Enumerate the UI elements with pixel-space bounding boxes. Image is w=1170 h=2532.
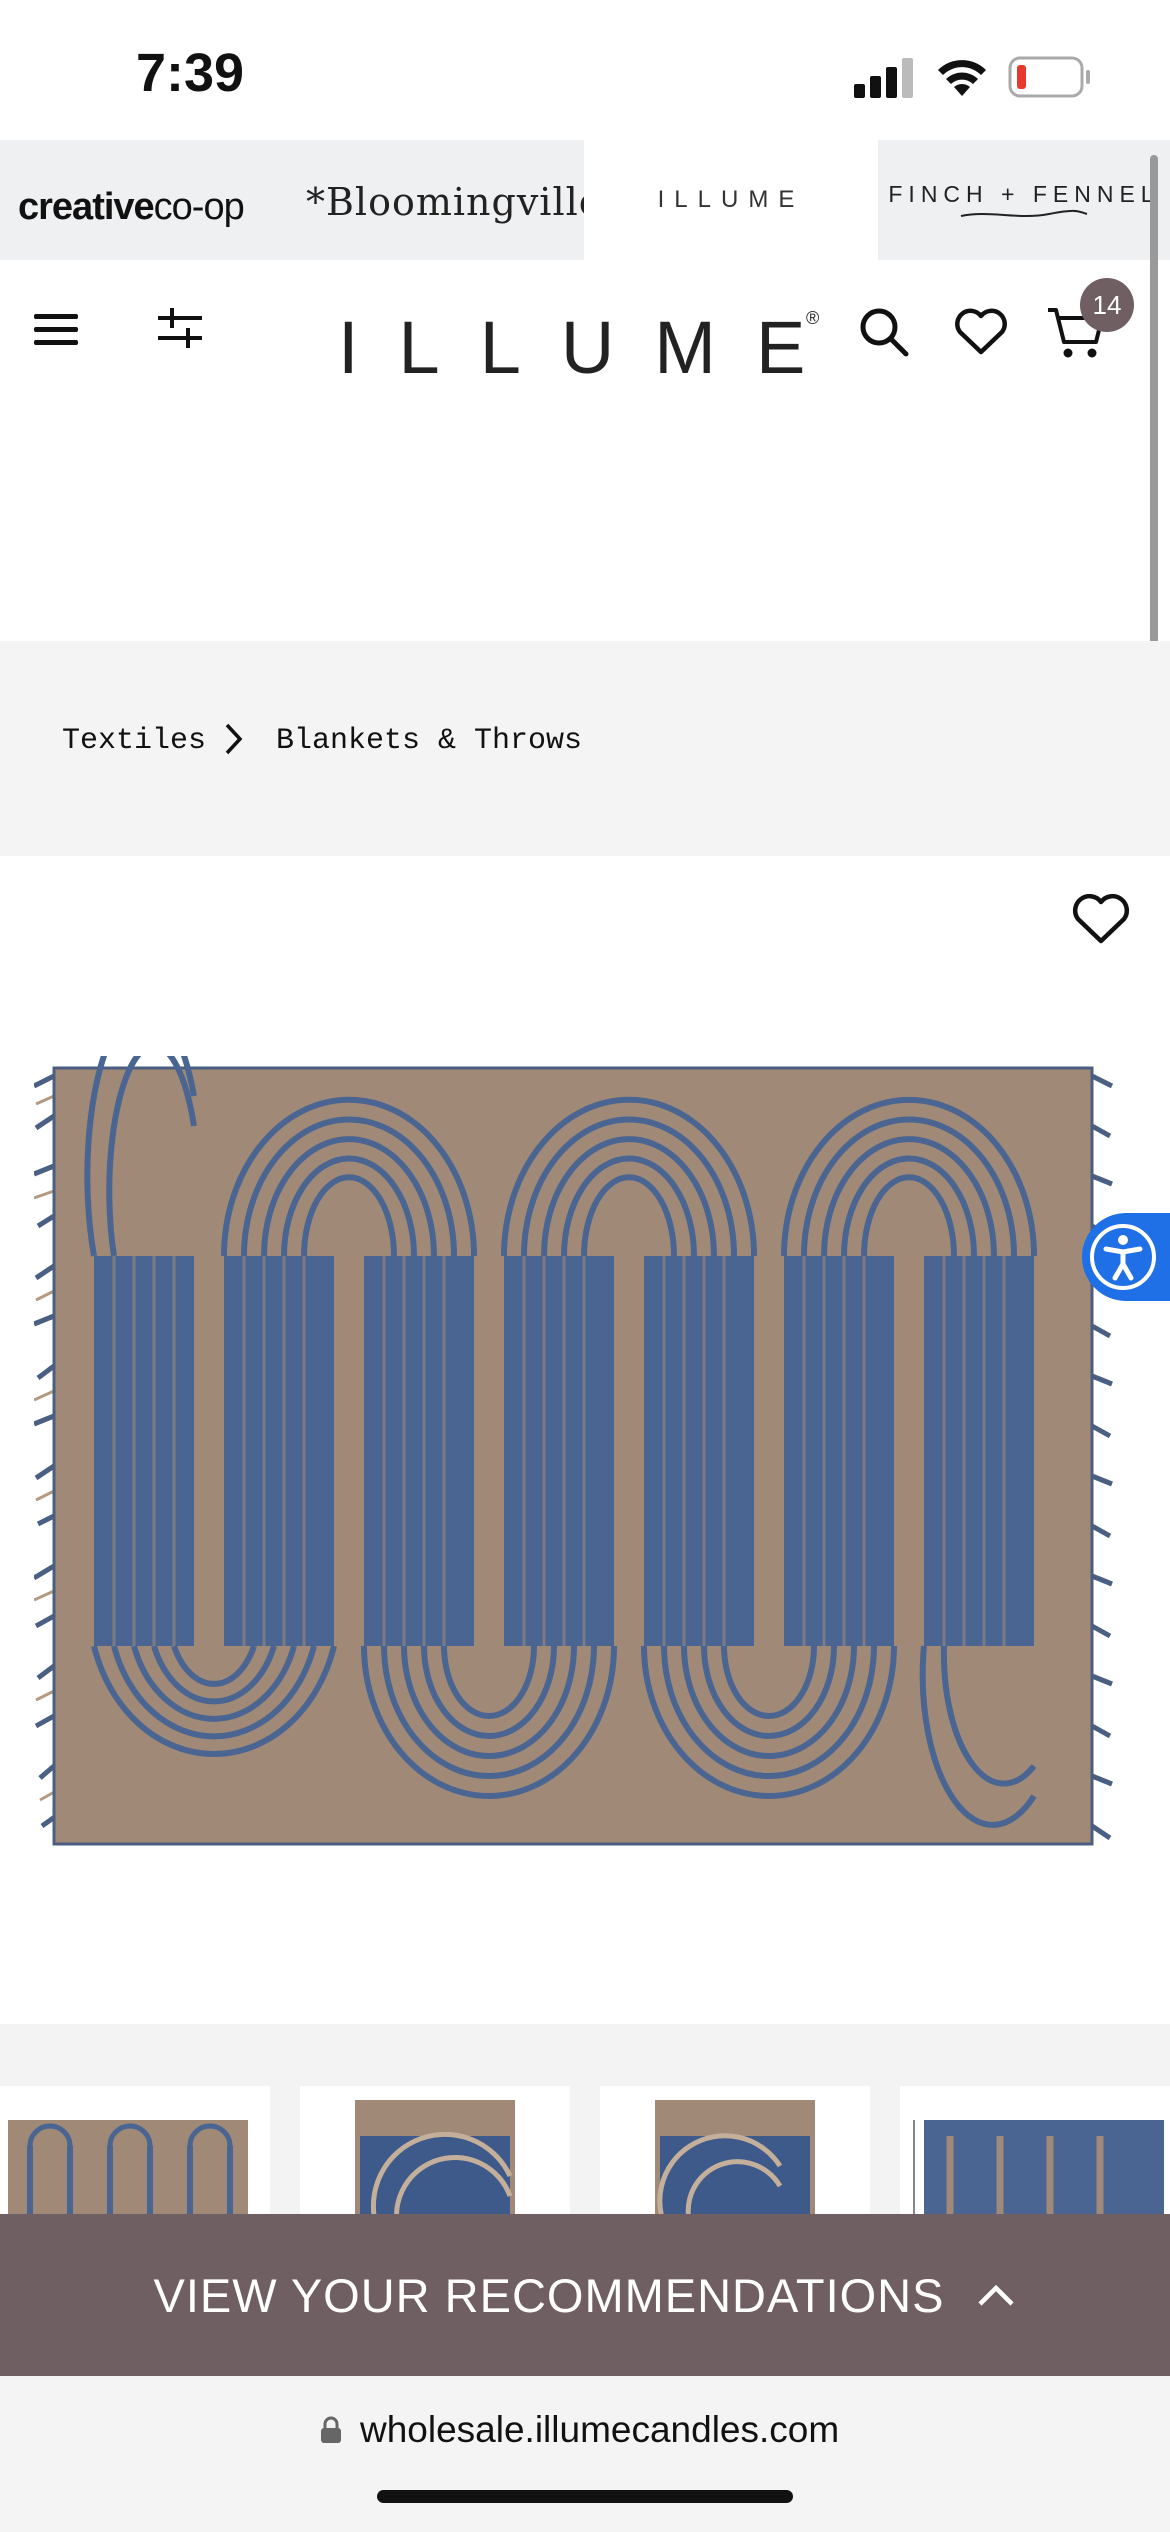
search-icon[interactable] [858,306,910,358]
registered-mark: ® [806,308,820,328]
cart-count-badge: 14 [1080,278,1134,332]
chevron-up-icon [978,2284,1015,2306]
chevron-right-icon [225,723,243,755]
status-time: 7:39 [136,43,245,103]
brand-bloomingville[interactable]: *Bloomingville [306,180,602,224]
favorite-heart-icon[interactable] [1072,894,1130,946]
brand-tab-creative-bloomingville[interactable]: creativeco-op *Bloomingville [0,140,601,260]
signal-icon [854,58,913,98]
wifi-icon [938,60,986,96]
home-indicator[interactable] [377,2490,793,2503]
breadcrumb-item-blankets-throws[interactable]: Blankets & Throws [276,724,582,758]
thumbnail-1[interactable] [0,2086,270,2214]
page-scrollbar[interactable] [1150,155,1158,650]
url-text[interactable]: wholesale.illumecandles.com [360,2409,839,2451]
lock-icon [321,2416,341,2443]
accessibility-icon [1090,1224,1156,1290]
breadcrumb: Textiles Blankets & Throws [0,641,1170,856]
heart-icon[interactable] [954,308,1008,356]
product-image-area [0,856,1170,2024]
browser-url-bar[interactable]: wholesale.illumecandles.com [0,2376,1170,2532]
brand-tab-illume[interactable]: ILLUME [584,140,878,260]
brand-tab-finch-fennel[interactable]: FINCH + FENNEL [878,140,1170,260]
recommendations-bar[interactable]: VIEW YOUR RECOMMENDATIONS [0,2214,1170,2376]
brand-bar: creativeco-op *Bloomingville ILLUME FINC… [0,140,1170,260]
battery-icon [1008,56,1090,98]
thumbnail-2[interactable] [300,2086,570,2214]
site-logo[interactable]: ILLUME [338,305,845,390]
menu-icon[interactable] [34,310,80,350]
finch-swash [960,209,1088,217]
brand-illume: ILLUME [657,186,805,213]
thumbnail-4[interactable] [900,2086,1170,2214]
brand-creative-coop[interactable]: creativeco-op [18,186,245,229]
thumbnail-3[interactable] [600,2086,870,2214]
recommendations-label: VIEW YOUR RECOMMENDATIONS [153,2268,945,2322]
thumbnail-strip [0,2024,1170,2214]
status-bar: 7:39 [0,0,1170,140]
site-header: ILLUME ® 14 [0,260,1170,660]
accessibility-button[interactable] [1082,1213,1170,1301]
product-image-blanket[interactable] [34,1056,1114,1868]
breadcrumb-item-textiles[interactable]: Textiles [62,724,206,758]
brand-finch-fennel: FINCH + FENNEL [888,180,1160,207]
filter-icon[interactable] [156,304,204,352]
